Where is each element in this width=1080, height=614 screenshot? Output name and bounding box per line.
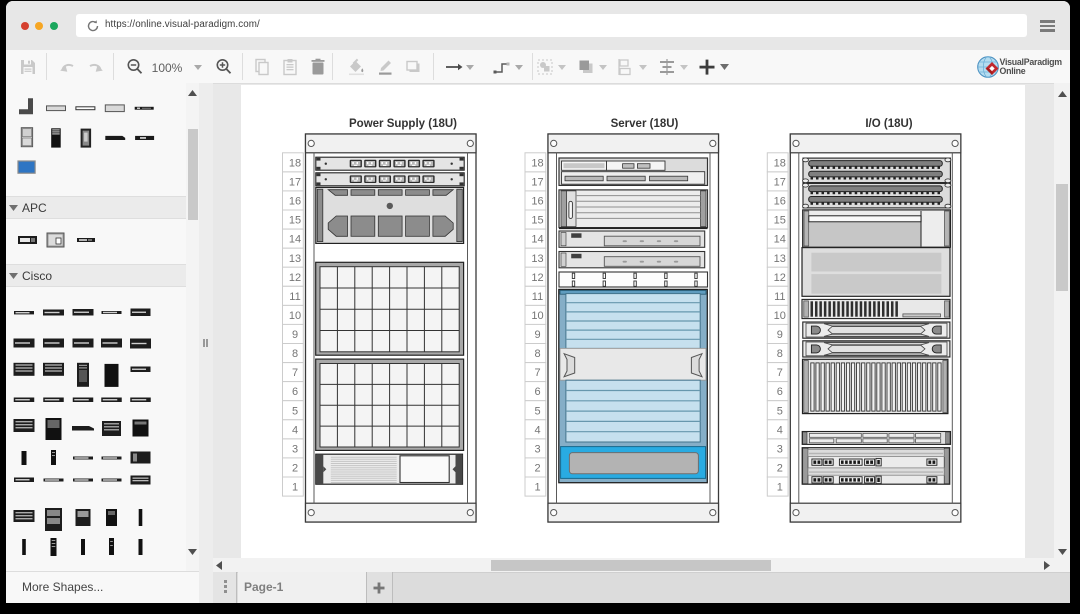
svg-text:16: 16 bbox=[531, 196, 543, 208]
svg-text:5: 5 bbox=[292, 405, 298, 417]
svg-text:12: 12 bbox=[531, 272, 543, 284]
svg-text:14: 14 bbox=[289, 234, 301, 246]
svg-text:5: 5 bbox=[534, 405, 540, 417]
svg-text:4: 4 bbox=[292, 424, 298, 436]
svg-text:5: 5 bbox=[777, 405, 783, 417]
svg-text:1: 1 bbox=[292, 482, 298, 494]
svg-text:7: 7 bbox=[292, 367, 298, 379]
svg-text:10: 10 bbox=[774, 310, 786, 322]
svg-text:7: 7 bbox=[777, 367, 783, 379]
svg-text:16: 16 bbox=[774, 196, 786, 208]
svg-text:1: 1 bbox=[777, 482, 783, 494]
svg-text:13: 13 bbox=[774, 253, 786, 265]
svg-text:2: 2 bbox=[292, 463, 298, 475]
svg-text:9: 9 bbox=[292, 329, 298, 341]
svg-text:6: 6 bbox=[292, 386, 298, 398]
svg-text:15: 15 bbox=[774, 215, 786, 227]
svg-text:Server (18U): Server (18U) bbox=[611, 118, 679, 130]
svg-text:18: 18 bbox=[289, 157, 301, 169]
svg-text:9: 9 bbox=[777, 329, 783, 341]
svg-text:13: 13 bbox=[289, 253, 301, 265]
svg-text:9: 9 bbox=[534, 329, 540, 341]
svg-text:13: 13 bbox=[531, 253, 543, 265]
svg-text:14: 14 bbox=[531, 234, 543, 246]
svg-text:10: 10 bbox=[531, 310, 543, 322]
svg-text:4: 4 bbox=[777, 424, 783, 436]
svg-text:3: 3 bbox=[777, 444, 783, 456]
svg-text:2: 2 bbox=[777, 463, 783, 475]
svg-text:4: 4 bbox=[534, 424, 540, 436]
svg-text:Power Supply (18U): Power Supply (18U) bbox=[349, 118, 457, 130]
svg-text:17: 17 bbox=[531, 177, 543, 189]
svg-text:11: 11 bbox=[532, 291, 543, 303]
svg-text:8: 8 bbox=[534, 348, 540, 360]
svg-text:12: 12 bbox=[774, 272, 786, 284]
svg-text:12: 12 bbox=[289, 272, 301, 284]
svg-text:2: 2 bbox=[534, 463, 540, 475]
svg-text:14: 14 bbox=[774, 234, 786, 246]
svg-text:10: 10 bbox=[289, 310, 301, 322]
svg-text:6: 6 bbox=[534, 386, 540, 398]
svg-text:17: 17 bbox=[289, 177, 301, 189]
svg-text:18: 18 bbox=[531, 157, 543, 169]
svg-text:6: 6 bbox=[777, 386, 783, 398]
svg-text:11: 11 bbox=[289, 291, 300, 303]
svg-text:16: 16 bbox=[289, 196, 301, 208]
svg-text:8: 8 bbox=[777, 348, 783, 360]
svg-text:3: 3 bbox=[534, 444, 540, 456]
svg-text:1: 1 bbox=[534, 482, 540, 494]
svg-text:15: 15 bbox=[531, 215, 543, 227]
svg-text:8: 8 bbox=[292, 348, 298, 360]
svg-text:7: 7 bbox=[534, 367, 540, 379]
svg-text:11: 11 bbox=[774, 291, 785, 303]
svg-text:17: 17 bbox=[774, 177, 786, 189]
svg-text:18: 18 bbox=[774, 157, 786, 169]
svg-text:I/O (18U): I/O (18U) bbox=[865, 118, 912, 130]
svg-text:15: 15 bbox=[289, 215, 301, 227]
svg-text:3: 3 bbox=[292, 444, 298, 456]
